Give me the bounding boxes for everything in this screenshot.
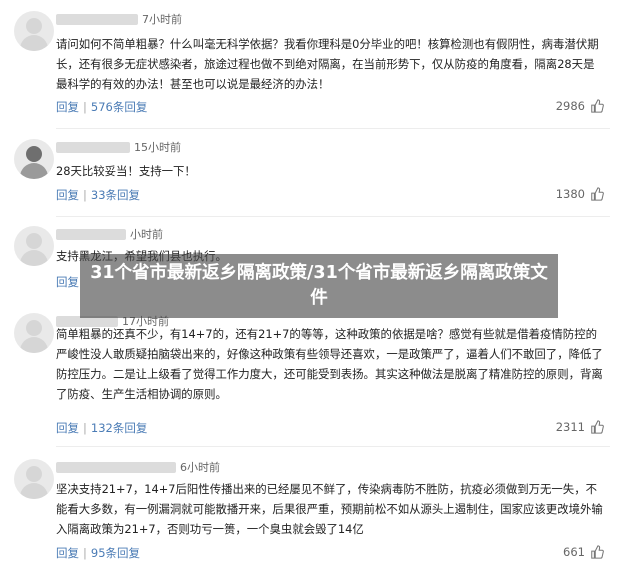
- reply-button[interactable]: 回复: [56, 275, 79, 289]
- divider: [56, 216, 610, 217]
- username-redacted[interactable]: [56, 228, 126, 240]
- separator: |: [83, 546, 87, 560]
- thumbs-up-icon[interactable]: [590, 420, 604, 434]
- comment-item: 15小时前 28天比较妥当！支持一下！ 回复 | 33条回复 1380: [0, 139, 640, 209]
- comment-item: 7小时前 请问如何不简单粗暴？什么叫毫无科学依据？我看你理科是0分毕业的吧！核算…: [0, 11, 640, 119]
- like-count: 1380: [555, 187, 585, 201]
- comment-text: 简单粗暴的还真不少，有14+7的，还有21+7的等等，这种政策的依据是啥？感觉有…: [56, 327, 603, 401]
- comment-time: 小时前: [130, 228, 163, 241]
- comment-time: 6小时前: [180, 461, 220, 474]
- replies-count-link[interactable]: 33条回复: [91, 188, 140, 202]
- title-overlay-banner: 31个省市最新返乡隔离政策/31个省市最新返乡隔离政策文件: [80, 254, 558, 318]
- like-count: 2311: [555, 420, 585, 434]
- reply-button[interactable]: 回复: [56, 546, 79, 560]
- separator: |: [83, 100, 87, 114]
- comment-time: 7小时前: [142, 13, 182, 26]
- username-redacted[interactable]: [56, 461, 176, 473]
- reply-button[interactable]: 回复: [56, 188, 79, 202]
- thumbs-up-icon[interactable]: [590, 187, 604, 201]
- replies-count-link[interactable]: 95条回复: [91, 546, 140, 560]
- username-redacted[interactable]: [56, 13, 138, 25]
- user-avatar-icon[interactable]: [14, 139, 54, 179]
- thumbs-up-icon[interactable]: [590, 99, 604, 113]
- replies-count-link[interactable]: 576条回复: [91, 100, 147, 114]
- like-count: 2986: [555, 99, 585, 113]
- overlay-title: 31个省市最新返乡隔离政策/31个省市最新返乡隔离政策文件: [90, 263, 548, 308]
- separator: |: [83, 421, 87, 435]
- thumbs-up-icon[interactable]: [590, 545, 604, 559]
- reply-button[interactable]: 回复: [56, 100, 79, 114]
- comment-text: 请问如何不简单粗暴？什么叫毫无科学依据？我看你理科是0分毕业的吧！核算检测也有假…: [56, 37, 599, 91]
- user-avatar-icon[interactable]: [14, 226, 54, 266]
- user-avatar-icon[interactable]: [14, 313, 54, 353]
- comment-item: 6小时前 坚决支持21+7，14+7后阳性传播出来的已经屡见不鲜了，传染病毒防不…: [0, 459, 640, 569]
- like-button[interactable]: 1380: [556, 187, 604, 201]
- user-avatar-icon[interactable]: [14, 459, 54, 499]
- replies-count-link[interactable]: 132条回复: [91, 421, 147, 435]
- user-avatar-icon[interactable]: [14, 11, 54, 51]
- like-button[interactable]: 2311: [556, 420, 604, 434]
- reply-button[interactable]: 回复: [56, 421, 79, 435]
- comment-item: 17小时前 简单粗暴的还真不少，有14+7的，还有21+7的等等，这种政策的依据…: [0, 313, 640, 439]
- divider: [56, 128, 610, 129]
- like-count: 661: [563, 545, 585, 559]
- divider: [56, 446, 610, 447]
- like-button[interactable]: 2986: [556, 99, 604, 113]
- comment-text: 28天比较妥当！支持一下！: [56, 164, 196, 178]
- comment-time: 15小时前: [134, 141, 181, 154]
- username-redacted[interactable]: [56, 141, 130, 153]
- separator: |: [83, 188, 87, 202]
- like-button[interactable]: 661: [563, 545, 604, 559]
- comment-text: 坚决支持21+7，14+7后阳性传播出来的已经屡见不鲜了，传染病毒防不胜防，抗疫…: [56, 482, 603, 536]
